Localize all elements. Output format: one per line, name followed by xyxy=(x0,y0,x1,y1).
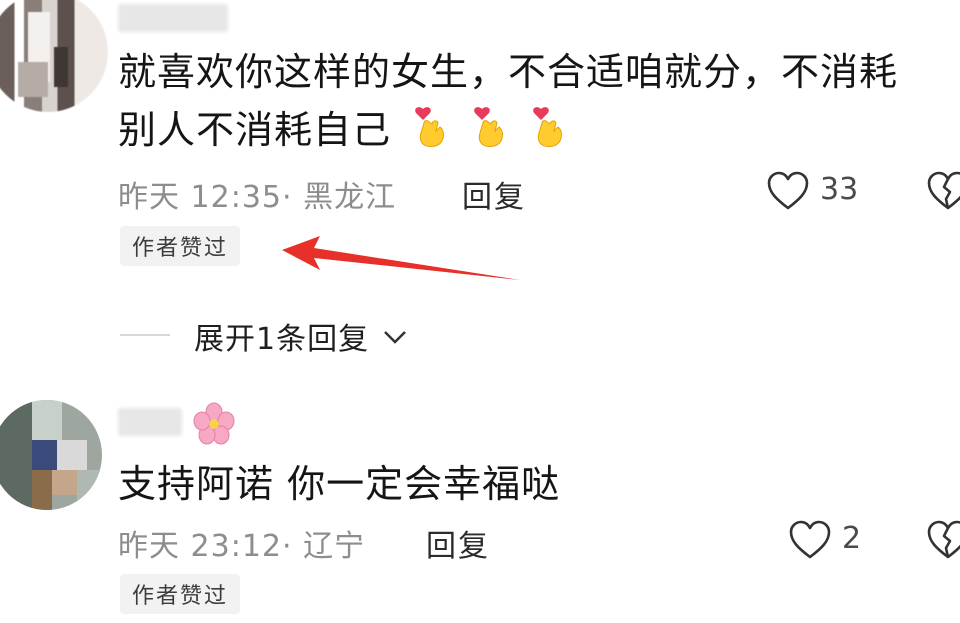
comment-location: · 黑龙江 xyxy=(282,180,397,215)
comment-meta: 昨天 23:12· 辽宁 xyxy=(118,521,365,565)
like-icon[interactable] xyxy=(766,171,810,211)
finger-heart-emoji xyxy=(474,107,504,147)
reply-button[interactable]: 回复 xyxy=(426,521,490,565)
dislike-icon[interactable] xyxy=(926,520,960,560)
chevron-down-icon xyxy=(383,331,406,344)
comment-text: 支持阿诺 你一定会幸福哒 xyxy=(118,462,561,506)
comment-text-line2-wrap: 别人不消耗自己 xyxy=(118,104,568,156)
like-icon[interactable] xyxy=(788,520,832,560)
avatar[interactable] xyxy=(0,400,102,510)
username[interactable] xyxy=(118,4,228,32)
username[interactable] xyxy=(118,408,182,436)
comment-time: 昨天 23:12 xyxy=(118,529,282,564)
expand-replies-label: 展开1条回复 xyxy=(194,322,370,357)
author-liked-badge: 作者赞过 xyxy=(120,226,241,266)
divider xyxy=(120,334,170,336)
finger-heart-emoji xyxy=(533,107,563,147)
comment-time: 昨天 12:35 xyxy=(118,180,282,215)
reply-button[interactable]: 回复 xyxy=(462,172,526,216)
red-arrow-annotation xyxy=(282,236,520,280)
comment-text-line2: 别人不消耗自己 xyxy=(118,108,392,152)
finger-heart-emoji xyxy=(415,107,445,147)
author-liked-badge: 作者赞过 xyxy=(120,574,241,614)
like-count: 2 xyxy=(842,521,862,556)
dislike-icon[interactable] xyxy=(926,171,960,211)
comment-location: · 辽宁 xyxy=(282,529,366,564)
comment-meta: 昨天 12:35· 黑龙江 xyxy=(118,172,396,216)
like-count: 33 xyxy=(820,172,859,207)
comment-text-line1: 就喜欢你这样的女生，不合适咱就分，不消耗 xyxy=(118,50,899,94)
expand-replies-button[interactable]: 展开1条回复 xyxy=(194,314,408,358)
cherry-blossom-emoji xyxy=(193,402,235,445)
comment-text: 就喜欢你这样的女生，不合适咱就分，不消耗 xyxy=(118,46,898,98)
avatar[interactable] xyxy=(0,0,108,112)
